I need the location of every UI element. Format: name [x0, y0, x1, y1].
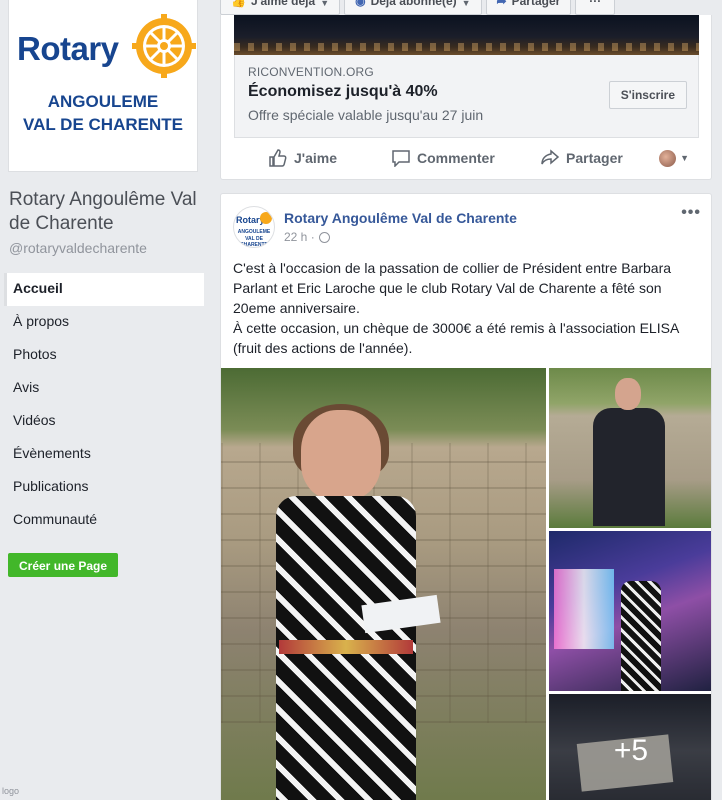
photo-4[interactable]: +5: [549, 694, 711, 800]
post-photo-grid: +5: [221, 368, 711, 800]
left-column: Rotary ANGOULEME VAL DE CHARENTE Rotary …: [0, 0, 207, 800]
share-button[interactable]: Partager: [540, 149, 623, 167]
liked-label: J'aime déjà: [250, 0, 316, 8]
signup-button[interactable]: S'inscrire: [608, 81, 687, 109]
ad-description: Offre spéciale valable jusqu'au 27 juin: [248, 107, 484, 123]
avatar-line-1: ANGOULEME: [237, 229, 271, 235]
photo-3[interactable]: [549, 531, 711, 691]
share-arrow-icon: [541, 149, 560, 165]
post-author-name[interactable]: Rotary Angoulême Val de Charente: [284, 210, 517, 226]
post-body-text: C'est à l'occasion de la passation de co…: [233, 260, 679, 356]
tiny-logo-label: logo: [2, 786, 20, 796]
avatar-line-2: VAL DE CHARENTE: [240, 236, 268, 248]
comment-button[interactable]: Commenter: [391, 149, 495, 167]
ad-title: Économisez jusqu'à 40%: [248, 83, 438, 100]
page-name[interactable]: Rotary Angoulême Val de Charente: [9, 188, 204, 236]
person-suit: [593, 408, 665, 526]
react-as-selector[interactable]: ▼: [659, 149, 689, 167]
rotary-wheel-icon: [260, 212, 272, 224]
photo-2[interactable]: [549, 368, 711, 528]
chevron-down-icon: ▼: [320, 0, 330, 8]
post-timestamp[interactable]: 22 h ·: [284, 230, 315, 244]
nav-item-publications[interactable]: Publications: [4, 471, 204, 504]
rss-icon: ◉: [355, 0, 366, 8]
page-action-bar: 👍 J'aime déjà ▼ ◉ Déjà abonné(e) ▼ ➦ Par…: [220, 0, 619, 15]
ad-action-row: J'aime Commenter Partager ▼: [221, 140, 711, 176]
share-page-button[interactable]: ➦ Partager: [485, 0, 572, 15]
more-dots-icon[interactable]: •••: [681, 204, 701, 222]
ad-link-box[interactable]: RICONVENTION.ORG Économisez jusqu'à 40% …: [234, 55, 699, 138]
globe-icon: [318, 231, 330, 243]
page-post: Rotary ANGOULEME VAL DE CHARENTE Rotary …: [220, 193, 712, 800]
following-button[interactable]: ◉ Déjà abonné(e) ▼: [344, 0, 482, 15]
share-page-label: Partager: [511, 0, 561, 8]
person-face: [301, 410, 381, 500]
more-photos-count: +5: [613, 734, 649, 767]
logo-wordmark: Rotary: [17, 30, 119, 67]
post-meta: 22 h ·: [284, 230, 330, 244]
share-label: Partager: [566, 150, 623, 166]
ad-image[interactable]: [234, 15, 699, 55]
like-thumb-icon: 👍: [231, 0, 246, 8]
create-page-button[interactable]: Créer une Page: [8, 553, 119, 577]
more-photos-overlay[interactable]: +5: [549, 694, 711, 800]
chevron-down-icon: ▼: [680, 153, 689, 163]
share-arrow-icon: ➦: [496, 0, 507, 8]
comment-label: Commenter: [417, 150, 495, 166]
liked-button[interactable]: 👍 J'aime déjà ▼: [220, 0, 341, 15]
post-author-avatar[interactable]: Rotary ANGOULEME VAL DE CHARENTE: [233, 206, 275, 248]
following-label: Déjà abonné(e): [370, 0, 457, 8]
sponsored-post: RICONVENTION.ORG Économisez jusqu'à 40% …: [220, 15, 712, 180]
chevron-down-icon: ▼: [461, 0, 471, 8]
ad-domain: RICONVENTION.ORG: [248, 65, 374, 79]
nav-item-photos[interactable]: Photos: [4, 339, 204, 372]
logo-line-1: ANGOULEME: [47, 92, 159, 111]
nav-item-avis[interactable]: Avis: [4, 372, 204, 405]
comment-icon: [392, 150, 410, 167]
more-options-button[interactable]: ···: [575, 0, 616, 15]
nav-item-videos[interactable]: Vidéos: [4, 405, 204, 438]
page-profile-logo[interactable]: Rotary ANGOULEME VAL DE CHARENTE: [8, 0, 198, 172]
nav-item-a-propos[interactable]: À propos: [4, 306, 204, 339]
logo-line-2: VAL DE CHARENTE: [23, 115, 183, 134]
stage-light: [554, 569, 614, 649]
person-face: [615, 378, 641, 410]
nav-item-communaute[interactable]: Communauté: [4, 504, 204, 537]
person-belt: [279, 640, 413, 654]
page-handle[interactable]: @rotaryvaldecharente: [9, 240, 147, 256]
like-label: J'aime: [294, 150, 338, 166]
rotary-wheel-icon: [132, 14, 196, 78]
like-button[interactable]: J'aime: [268, 149, 337, 167]
page-nav: Accueil À propos Photos Avis Vidéos Évèn…: [4, 273, 204, 537]
nav-item-accueil[interactable]: Accueil: [4, 273, 204, 306]
nav-item-evenements[interactable]: Évènements: [4, 438, 204, 471]
person-dress: [621, 581, 661, 691]
like-thumb-icon: [269, 149, 287, 167]
photo-main[interactable]: [221, 368, 546, 800]
avatar: [659, 149, 677, 167]
